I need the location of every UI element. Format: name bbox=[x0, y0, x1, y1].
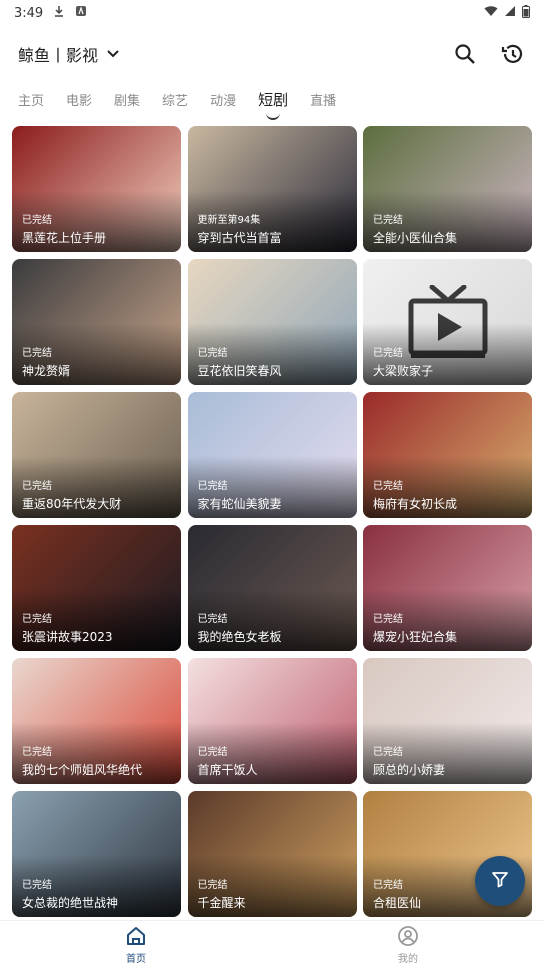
app-notification-icon bbox=[75, 5, 87, 21]
drama-card[interactable]: 已完结 大梁败家子 bbox=[363, 259, 532, 385]
search-icon[interactable] bbox=[452, 41, 478, 67]
status-badge: 已完结 bbox=[373, 614, 403, 625]
bottom-nav: 首页 我的 bbox=[0, 920, 544, 968]
drama-grid: 已完结 黑莲花上位手册 更新至第94集 穿到古代当首富 已完结 全能小医仙合集 已完结 神龙赘… bbox=[12, 126, 532, 917]
category-tabs: 主页 电影 剧集 综艺 动漫 短剧 直播 bbox=[0, 82, 544, 116]
drama-card[interactable]: 已完结全能小医仙合集 bbox=[363, 126, 532, 252]
drama-title: 合租医仙 bbox=[373, 896, 422, 910]
drama-title: 我的七个师姐风华绝代 bbox=[22, 763, 143, 777]
drama-card[interactable]: 已完结黑莲花上位手册 bbox=[12, 126, 181, 252]
history-icon[interactable] bbox=[500, 41, 526, 67]
drama-card[interactable]: 已完结 神龙赘婿 bbox=[12, 259, 181, 385]
drama-title: 顾总的小娇妻 bbox=[373, 763, 446, 777]
drama-title: 爆宠小狂妃合集 bbox=[373, 630, 458, 644]
status-badge: 已完结 bbox=[22, 481, 52, 492]
drama-title: 神龙赘婿 bbox=[22, 364, 71, 378]
status-badge: 已完结 bbox=[197, 348, 228, 359]
drama-card[interactable]: 已完结张震讲故事2023 bbox=[12, 525, 181, 651]
status-badge: 已完结 bbox=[373, 215, 403, 226]
status-badge: 已完结 bbox=[22, 215, 52, 226]
drama-card[interactable]: 已完结家有蛇仙美貌妻 bbox=[187, 392, 357, 518]
drama-title: 首席干饭人 bbox=[197, 763, 258, 777]
status-badge: 更新至第94集 bbox=[197, 215, 261, 226]
tab-movies[interactable]: 电影 bbox=[66, 84, 92, 114]
tab-home[interactable]: 主页 bbox=[18, 84, 44, 114]
drama-title: 梅府有女初长成 bbox=[373, 497, 458, 511]
drama-title: 家有蛇仙美貌妻 bbox=[197, 497, 282, 511]
drama-card[interactable]: 更新至第94集穿到古代当首富 bbox=[187, 126, 357, 252]
source-selector[interactable]: 鲸鱼丨影视 bbox=[18, 42, 120, 66]
filter-button[interactable] bbox=[475, 856, 525, 906]
drama-card[interactable]: 已完结重返80年代发大财 bbox=[12, 392, 181, 518]
drama-card[interactable]: 已完结爆宠小狂妃合集 bbox=[363, 525, 532, 651]
status-badge: 已完结 bbox=[22, 880, 52, 891]
drama-card[interactable]: 已完结梅府有女初长成 bbox=[363, 392, 532, 518]
drama-title: 全能小医仙合集 bbox=[373, 231, 458, 245]
drama-title: 大梁败家子 bbox=[373, 364, 434, 378]
nav-mine-label: 我的 bbox=[398, 953, 418, 965]
signal-icon bbox=[504, 5, 516, 21]
chevron-down-icon bbox=[106, 49, 120, 59]
status-badge: 已完结 bbox=[197, 880, 228, 891]
app-bar: 鲸鱼丨影视 bbox=[0, 34, 544, 74]
status-badge: 已完结 bbox=[373, 747, 403, 758]
status-bar: 3:49 bbox=[0, 0, 544, 26]
profile-icon bbox=[397, 925, 419, 950]
status-badge: 已完结 bbox=[22, 747, 52, 758]
drama-title: 张震讲故事2023 bbox=[22, 630, 113, 644]
drama-card[interactable]: 已完结 顾总的小娇妻 bbox=[363, 658, 532, 784]
drama-title: 千金醒来 bbox=[197, 896, 246, 910]
brand-name: 鲸鱼丨影视 bbox=[18, 46, 99, 65]
drama-card[interactable]: 已完结豆花依旧笑春风 bbox=[187, 259, 357, 385]
drama-title: 重返80年代发大财 bbox=[22, 497, 122, 511]
drama-card[interactable]: 已完结我的绝色女老板 bbox=[187, 525, 357, 651]
tab-series[interactable]: 剧集 bbox=[114, 84, 140, 114]
drama-title: 女总裁的绝世战神 bbox=[22, 896, 119, 910]
home-icon bbox=[125, 925, 147, 950]
status-badge: 已完结 bbox=[22, 348, 52, 359]
status-badge: 已完结 bbox=[373, 481, 403, 492]
tab-variety[interactable]: 综艺 bbox=[162, 84, 188, 114]
drama-title: 豆花依旧笑春风 bbox=[197, 364, 282, 378]
drama-card[interactable]: 已完结 千金醒来 bbox=[187, 791, 357, 917]
status-time: 3:49 bbox=[14, 5, 44, 21]
nav-home[interactable]: 首页 bbox=[0, 921, 272, 968]
drama-card[interactable]: 已完结 首席干饭人 bbox=[187, 658, 357, 784]
status-badge: 已完结 bbox=[373, 880, 403, 891]
drama-title: 黑莲花上位手册 bbox=[22, 231, 107, 245]
status-badge: 已完结 bbox=[197, 747, 228, 758]
drama-title: 穿到古代当首富 bbox=[197, 231, 282, 245]
wifi-icon bbox=[484, 5, 498, 21]
drama-card[interactable]: 已完结女总裁的绝世战神 bbox=[12, 791, 181, 917]
status-badge: 已完结 bbox=[373, 348, 403, 359]
tab-anime[interactable]: 动漫 bbox=[210, 84, 236, 114]
nav-mine[interactable]: 我的 bbox=[272, 921, 544, 968]
nav-home-label: 首页 bbox=[126, 953, 146, 965]
drama-title: 我的绝色女老板 bbox=[197, 630, 282, 644]
tab-live[interactable]: 直播 bbox=[310, 84, 336, 114]
status-badge: 已完结 bbox=[22, 614, 52, 625]
status-badge: 已完结 bbox=[197, 614, 228, 625]
tab-short-drama[interactable]: 短剧 bbox=[258, 84, 288, 114]
filter-icon bbox=[490, 869, 510, 893]
drama-card[interactable]: 已完结我的七个师姐风华绝代 bbox=[12, 658, 181, 784]
status-badge: 已完结 bbox=[197, 481, 228, 492]
battery-icon bbox=[522, 4, 530, 22]
download-icon bbox=[53, 5, 65, 21]
